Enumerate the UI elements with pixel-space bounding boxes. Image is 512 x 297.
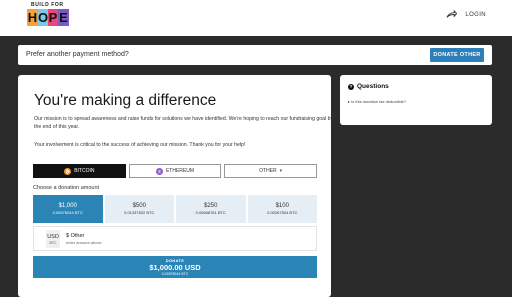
question-item[interactable]: ▸ Is this donation tax deductible? xyxy=(348,99,406,104)
donation-card: You're making a difference Our mission i… xyxy=(18,75,334,297)
chevron-down-icon: ▾ xyxy=(279,168,283,174)
logo-top-text: BUILD FOR xyxy=(31,2,64,8)
bitcoin-icon: ₿ xyxy=(64,167,72,175)
choose-amount-label: Choose a donation amount xyxy=(33,185,100,191)
currency-secondary: BTC xyxy=(49,240,57,245)
tab-bitcoin[interactable]: ₿ BITCOIN xyxy=(33,164,126,178)
other-amount-label: $ Other xyxy=(66,233,85,239)
tab-other-dropdown[interactable]: OTHER ▾ xyxy=(224,164,318,178)
payment-method-prompt: Prefer another payment method? xyxy=(26,51,129,58)
amount-options: $1,000 0.02675044 BTC $500 0.01337522 BT… xyxy=(33,195,317,223)
logo-letter-h: H xyxy=(27,9,38,26)
questions-panel: ? Questions ▸ Is this donation tax deduc… xyxy=(340,75,492,125)
amount-btc: 0.02675044 BTC xyxy=(52,210,83,215)
login-arrow-icon xyxy=(446,9,458,18)
other-amount-field[interactable]: USD BTC $ Other enter amount above xyxy=(33,226,317,251)
donate-amount: $1,000.00 USD xyxy=(149,263,201,272)
amount-option-500[interactable]: $500 0.01337522 BTC xyxy=(104,195,174,223)
logo-letters: H O P E xyxy=(27,9,69,26)
amount-usd: $100 xyxy=(275,203,289,209)
amount-option-1000[interactable]: $1,000 0.02675044 BTC xyxy=(33,195,103,223)
donate-button[interactable]: DONATE $1,000.00 USD 0.02675044 BTC xyxy=(33,256,317,278)
involvement-paragraph: Your involvement is critical to the succ… xyxy=(34,142,246,148)
amount-usd: $500 xyxy=(132,203,146,209)
amount-usd: $1,000 xyxy=(58,203,77,209)
donate-other-button[interactable]: DONATE OTHER xyxy=(430,48,484,62)
tab-bitcoin-label: BITCOIN xyxy=(74,168,95,174)
login-link[interactable]: LOGIN xyxy=(446,9,486,20)
payment-method-bar: Prefer another payment method? DONATE OT… xyxy=(18,45,492,65)
tab-ethereum-label: ETHEREUM xyxy=(165,168,195,174)
login-label: LOGIN xyxy=(465,11,486,18)
logo-letter-e: E xyxy=(58,9,69,26)
page-title: You're making a difference xyxy=(34,92,217,109)
currency-primary: USD xyxy=(47,233,59,240)
amount-option-250[interactable]: $250 0.00668761 BTC xyxy=(176,195,246,223)
tab-other-label: OTHER xyxy=(259,168,277,174)
currency-toggle[interactable]: USD BTC xyxy=(46,230,60,248)
tab-ethereum[interactable]: Ξ ETHEREUM xyxy=(128,164,222,178)
amount-btc: 0.01337522 BTC xyxy=(124,210,155,215)
amount-btc: 0.00267504 BTC xyxy=(267,210,298,215)
mission-paragraph: Our mission is to spread awareness and r… xyxy=(34,116,334,130)
question-circle-icon: ? xyxy=(348,83,354,90)
question-item-label: Is this donation tax deductible? xyxy=(351,99,407,104)
amount-option-100[interactable]: $100 0.00267504 BTC xyxy=(247,195,317,223)
questions-header: ? Questions xyxy=(348,83,389,90)
build-for-hope-logo[interactable]: BUILD FOR H O P E xyxy=(27,2,71,28)
donate-btc: 0.02675044 BTC xyxy=(161,272,189,276)
other-amount-hint: enter amount above xyxy=(66,240,102,245)
questions-title: Questions xyxy=(357,83,389,90)
amount-usd: $250 xyxy=(204,203,218,209)
ethereum-icon: Ξ xyxy=(155,167,163,175)
logo-letter-o: O xyxy=(38,9,49,26)
currency-tabs: ₿ BITCOIN Ξ ETHEREUM OTHER ▾ xyxy=(33,164,318,178)
amount-btc: 0.00668761 BTC xyxy=(195,210,226,215)
logo-letter-p: P xyxy=(48,9,58,26)
top-header: BUILD FOR H O P E LOGIN xyxy=(0,0,512,36)
